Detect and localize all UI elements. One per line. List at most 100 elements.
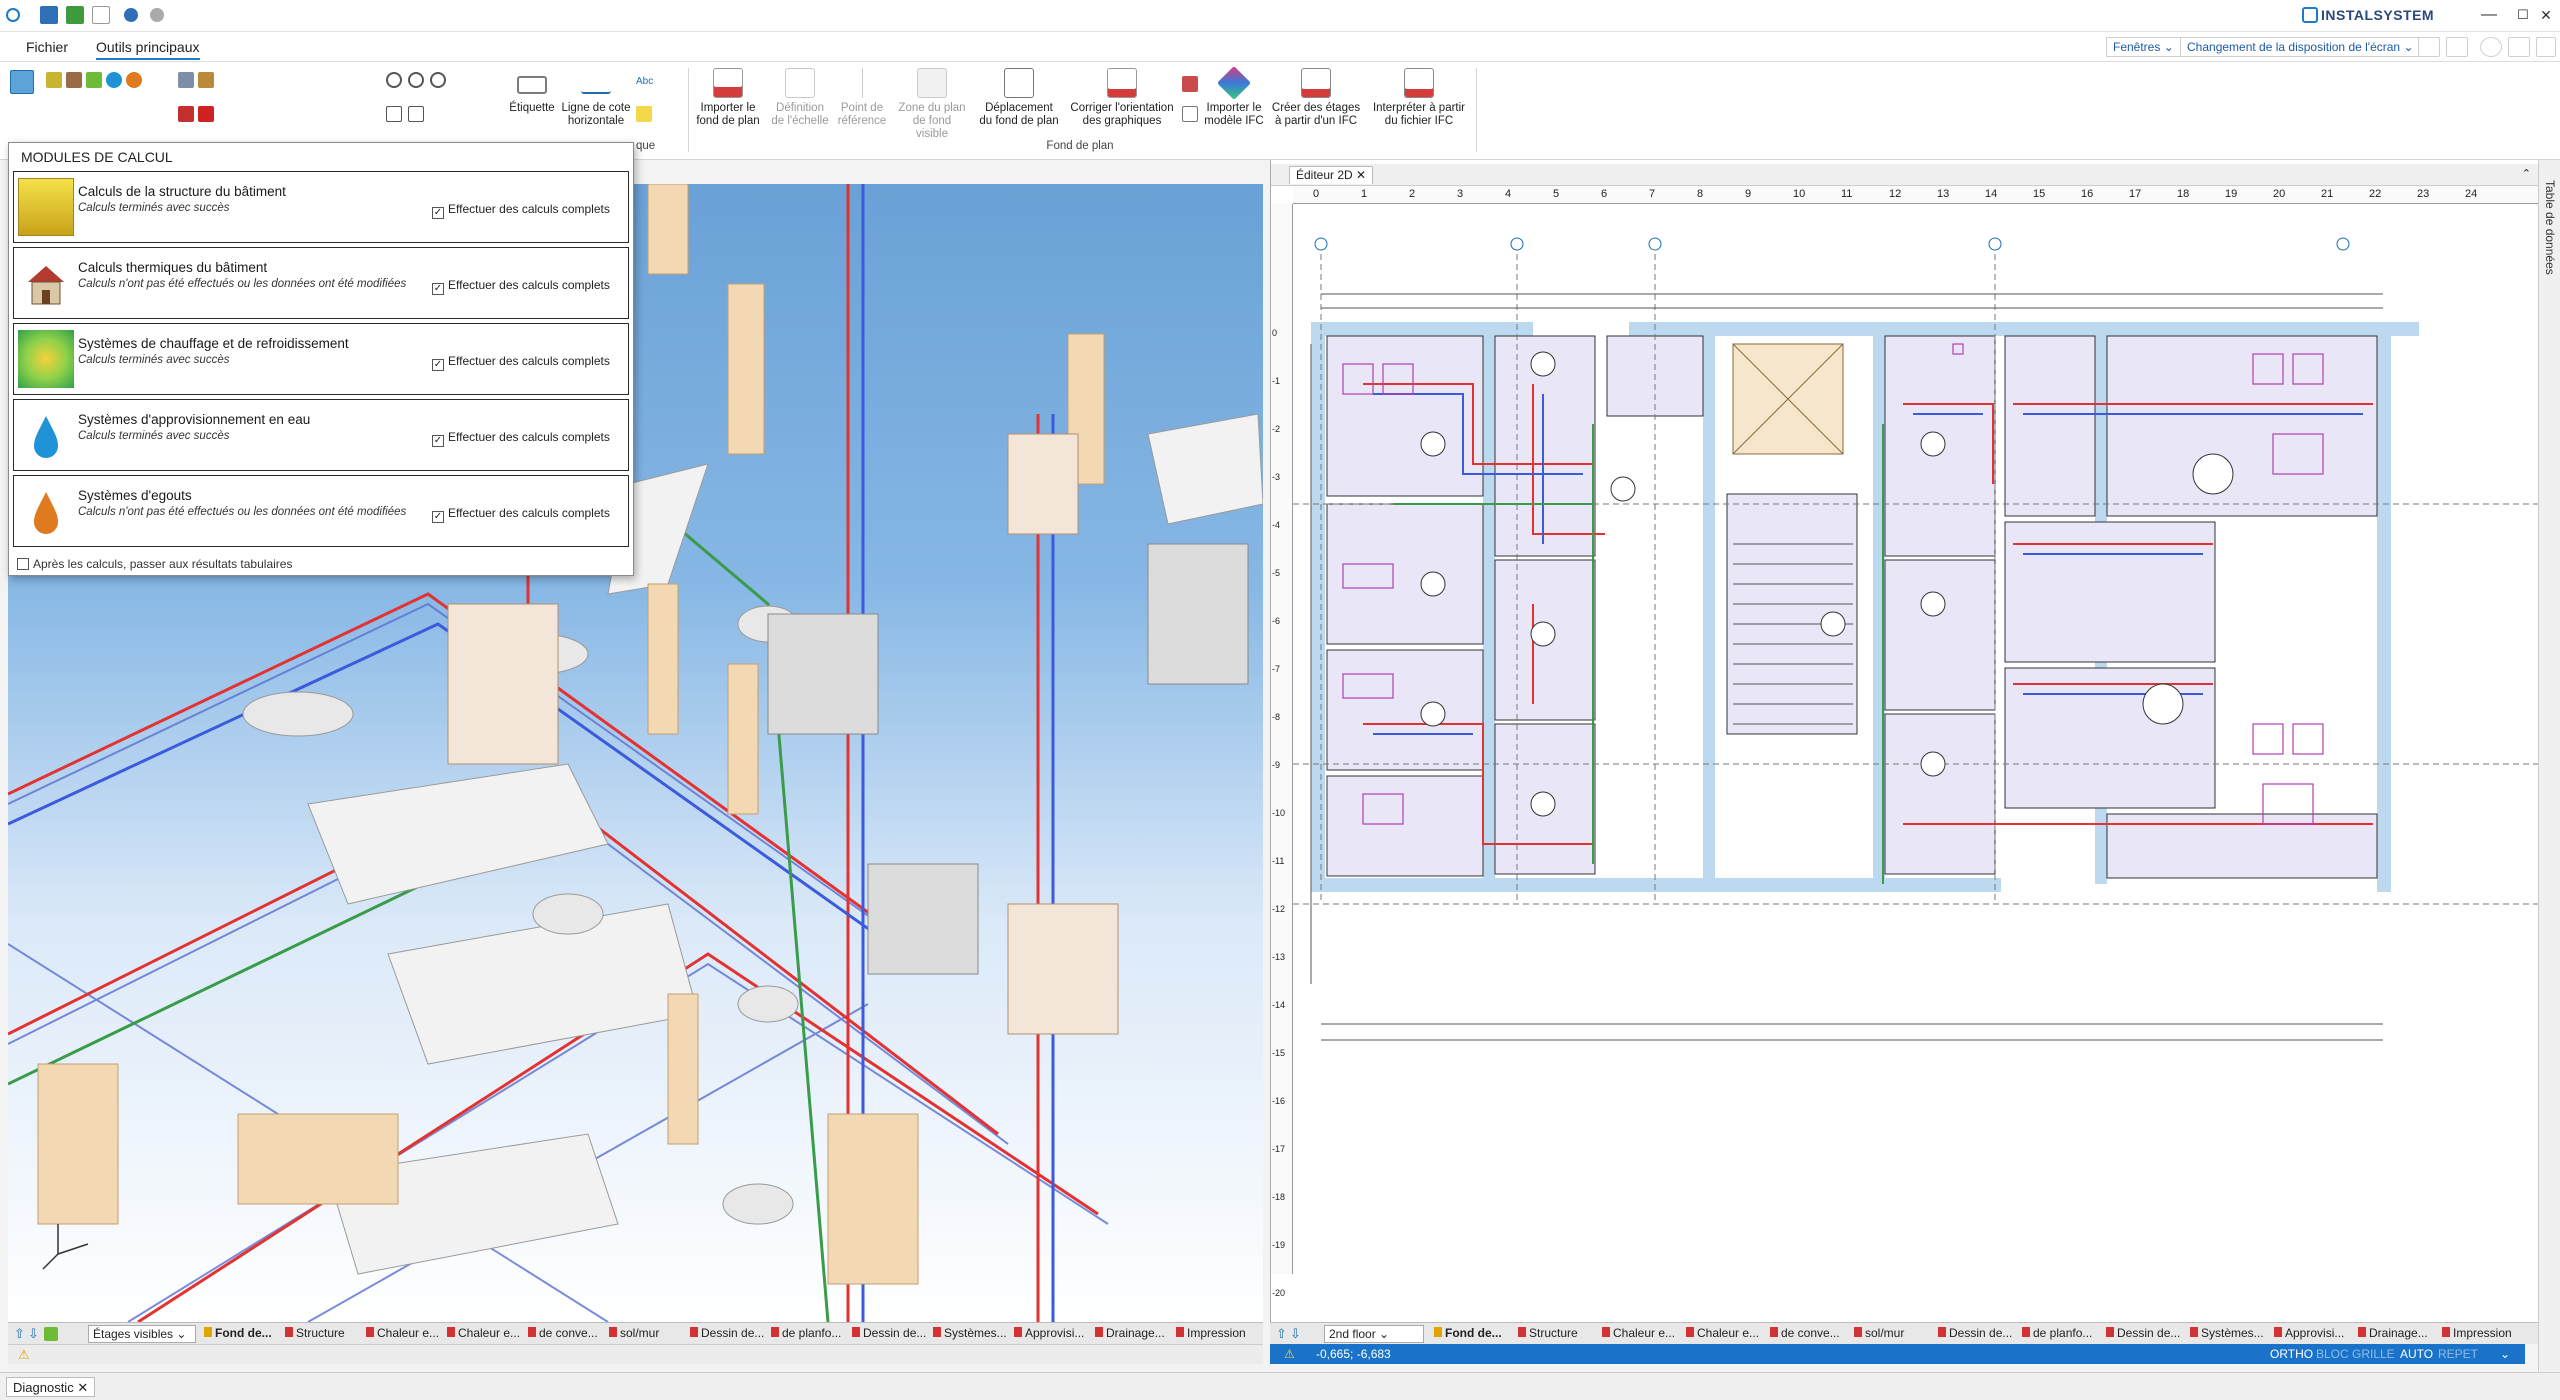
sewage-calc-icon[interactable] [126,72,142,88]
help-icon[interactable] [2508,37,2530,57]
tab-diagnostic[interactable]: Diagnostic ✕ [6,1377,96,1397]
floor-select[interactable]: 2nd floor ⌄ [1324,1325,1424,1343]
floor-tab[interactable]: Structure [285,1326,345,1340]
ifc-list-icon[interactable] [1182,106,1198,122]
floor-tab[interactable]: Chaleur e... [447,1326,520,1340]
floor-tab[interactable]: Dessin de... [2106,1326,2180,1340]
floor-tab[interactable]: Impression [2442,1326,2512,1340]
tab-fichier[interactable]: Fichier [26,39,68,55]
ifc-small-icon[interactable] [1182,76,1198,92]
floor-tab[interactable]: Fond de... [1434,1326,1502,1340]
import-background-button[interactable]: Importer le fond de plan [692,68,764,128]
chevron-up-icon[interactable]: ⌃ [2522,167,2531,180]
zoom-window-icon[interactable] [430,72,446,88]
module-row-structure[interactable]: Calculs de la structure du bâtiment Calc… [13,171,629,243]
layout-dropdown[interactable]: Changement de la disposition de l'écran … [2180,37,2421,57]
import-ifc-button[interactable]: Importer le modèle IFC [1198,66,1270,128]
arrow-up-icon[interactable]: ⇧ [1276,1326,1287,1342]
note-icon[interactable] [636,106,652,122]
zoom-out-icon[interactable] [408,72,424,88]
move-background-button[interactable]: Déplacement du fond de plan [976,68,1062,128]
ortho-toggle[interactable]: ORTHO [2270,1347,2313,1361]
windows-dropdown[interactable]: Fenêtres ⌄ [2106,37,2181,57]
save-icon[interactable] [40,6,58,24]
data-table-sidebar[interactable]: Table de données [2538,160,2560,1372]
copy-icon[interactable] [178,72,194,88]
floor-tab[interactable]: Approvisi... [1014,1326,1084,1340]
pan-icon[interactable] [408,106,424,122]
tab-outils-principaux[interactable]: Outils principaux [96,39,200,60]
thermal-calc-icon[interactable] [66,72,82,88]
fix-orientation-button[interactable]: Corriger l'orientation des graphiques [1066,68,1178,128]
undo-icon[interactable] [124,8,138,22]
heating-calc-icon[interactable] [86,72,102,88]
structure-calc-icon[interactable] [46,72,62,88]
floor-tab[interactable]: Dessin de... [852,1326,926,1340]
grille-toggle[interactable]: GRILLE [2352,1347,2395,1361]
create-floors-ifc-button[interactable]: Créer des étages à partir d'un IFC [1268,68,1364,128]
warning-icon[interactable]: ⚠ [1284,1347,1295,1361]
close-icon[interactable]: ✕ [1356,168,1366,182]
paste-icon[interactable] [198,72,214,88]
floor-tab[interactable]: Structure [1518,1326,1578,1340]
new-file-icon[interactable] [92,6,110,24]
tabular-results-option[interactable]: Après les calculs, passer aux résultats … [17,557,292,571]
visible-area-button[interactable]: Zone du plan de fond visible [896,68,968,141]
module-row-water[interactable]: Systèmes d'approvisionnement en eau Calc… [13,399,629,471]
floor-plan-canvas[interactable] [1293,204,2539,1274]
text-style-icon[interactable]: Abc [636,76,653,92]
floor-tab[interactable]: sol/mur [609,1326,659,1340]
floor-tab[interactable]: Dessin de... [1938,1326,2012,1340]
water-calc-icon[interactable] [106,72,122,88]
zoom-in-icon[interactable] [386,72,402,88]
minimize-button[interactable]: — [2472,4,2506,26]
floor-tab[interactable]: Drainage... [2358,1326,2428,1340]
floor-tab[interactable]: Approvisi... [2274,1326,2344,1340]
redo-icon[interactable] [150,8,164,22]
floor-tab[interactable]: Chaleur e... [1602,1326,1675,1340]
floor-tab[interactable]: Systèmes... [2190,1326,2264,1340]
chevron-down-icon[interactable]: ⌄ [2500,1347,2510,1361]
close-icon[interactable]: ✕ [77,1380,88,1395]
repet-toggle[interactable]: REPET [2438,1347,2478,1361]
floor-tab[interactable]: de planfo... [2022,1326,2092,1340]
auto-toggle[interactable]: AUTO [2400,1347,2433,1361]
open-icon[interactable] [66,6,84,24]
module-row-sewage[interactable]: Systèmes d'egouts Calculs n'ont pas été … [13,475,629,547]
visible-floors-select[interactable]: Étages visibles ⌄ [88,1325,196,1343]
full-calc-checkbox[interactable]: ✓ Effectuer des calculs complets [432,278,610,295]
dimension-line-button[interactable]: Ligne de cote horizontale [560,68,632,128]
full-calc-checkbox[interactable]: ✓ Effectuer des calculs complets [432,202,610,219]
layers-icon[interactable] [44,1327,58,1341]
warning-icon[interactable]: ⚠ [18,1347,30,1363]
tab-editeur-2d[interactable]: Éditeur 2D ✕ [1289,166,1374,184]
options-icon[interactable] [2536,37,2556,57]
module-row-thermal[interactable]: Calculs thermiques du bâtiment Calculs n… [13,247,629,319]
calc-modules-icon[interactable] [10,70,34,94]
floor-tab[interactable]: Systèmes... [933,1326,1007,1340]
cut-icon[interactable] [178,106,194,122]
app-icon[interactable] [6,8,20,22]
bloc-toggle[interactable]: BLOC [2316,1347,2349,1361]
label-button[interactable]: Étiquette [496,68,568,115]
floor-tab[interactable]: de planfo... [771,1326,841,1340]
delete-icon[interactable] [198,106,214,122]
layout-settings-icon[interactable] [2446,37,2468,57]
layout-save-icon[interactable] [2418,37,2440,57]
reference-point-button[interactable]: Point de référence [826,68,898,128]
floor-tab[interactable]: Chaleur e... [366,1326,439,1340]
arrow-down-icon[interactable]: ⇩ [1290,1326,1301,1342]
floor-tab[interactable]: de conve... [528,1326,598,1340]
floor-tab[interactable]: de conve... [1770,1326,1840,1340]
interpret-ifc-button[interactable]: Interpréter à partir du fichier IFC [1366,68,1472,128]
full-calc-checkbox[interactable]: ✓ Effectuer des calculs complets [432,354,610,371]
color-palette-icon[interactable] [2480,37,2502,57]
zoom-extents-icon[interactable] [386,106,402,122]
arrow-up-icon[interactable]: ⇧ [14,1326,25,1342]
module-row-heating[interactable]: Systèmes de chauffage et de refroidissem… [13,323,629,395]
floor-tab[interactable]: Drainage... [1095,1326,1165,1340]
full-calc-checkbox[interactable]: ✓ Effectuer des calculs complets [432,430,610,447]
floor-tab[interactable]: Fond de... [204,1326,272,1340]
floor-tab[interactable]: Dessin de... [690,1326,764,1340]
arrow-down-icon[interactable]: ⇩ [28,1326,39,1342]
